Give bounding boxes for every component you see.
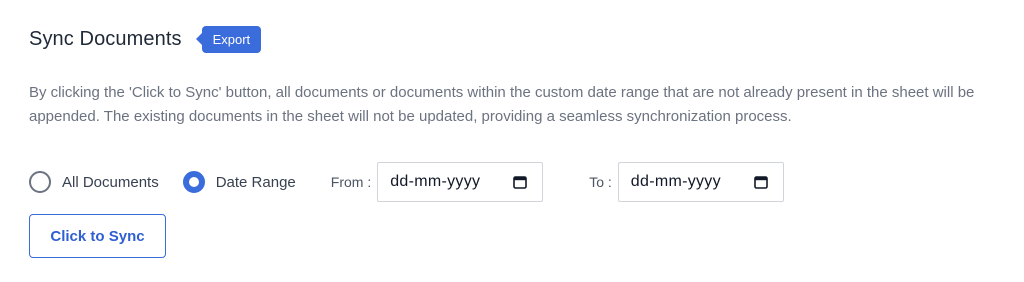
to-label: To : xyxy=(589,174,612,190)
section-description: By clicking the 'Click to Sync' button, … xyxy=(29,84,975,125)
export-badge: Export xyxy=(195,25,262,53)
badge-pointer xyxy=(195,33,202,45)
to-date-input[interactable]: dd-mm-yyyy xyxy=(617,162,784,202)
to-date-value: dd-mm-yyyy xyxy=(630,173,721,190)
calendar-icon[interactable] xyxy=(512,174,528,190)
radio-all-documents[interactable]: All Documents xyxy=(29,171,159,193)
sync-documents-panel: Sync Documents Export By clicking the 'C… xyxy=(29,0,1009,282)
radio-date-range[interactable]: Date Range xyxy=(182,171,296,193)
from-label: From : xyxy=(330,174,372,190)
from-date-value: dd-mm-yyyy xyxy=(390,173,481,190)
title-row: Sync Documents Export xyxy=(29,24,262,54)
radio-button-checked[interactable] xyxy=(182,171,205,193)
all-documents-label: All Documents xyxy=(62,173,159,191)
options-row: All Documents Date Range From : dd-mm-yy… xyxy=(29,162,784,202)
date-range-label: Date Range xyxy=(215,173,296,191)
calendar-icon[interactable] xyxy=(753,174,769,190)
radio-button-unchecked[interactable] xyxy=(29,171,51,193)
section-title: Sync Documents xyxy=(29,27,182,50)
export-badge-label: Export xyxy=(201,25,262,53)
from-date-input[interactable]: dd-mm-yyyy xyxy=(377,162,544,202)
click-to-sync-button[interactable]: Click to Sync xyxy=(29,214,166,258)
